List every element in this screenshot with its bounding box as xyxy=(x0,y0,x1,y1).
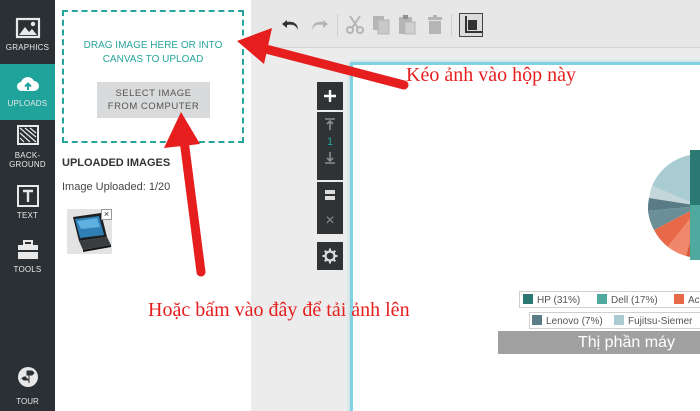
crop-button[interactable] xyxy=(459,13,483,37)
legend-item-lenovo: Lenovo (7%) xyxy=(532,315,603,327)
cut-icon xyxy=(346,15,364,34)
legend-swatch xyxy=(614,315,624,325)
select-button-label: FROM COMPUTER xyxy=(107,101,200,112)
side-nav: GRAPHICS UPLOADS BACK- GROUND TEXT TOOLS… xyxy=(0,0,55,411)
top-toolbar xyxy=(251,0,700,48)
legend-item-fujitsu: Fujitsu-Siemer xyxy=(614,315,692,327)
drop-text-line: CANVAS TO UPLOAD xyxy=(102,54,204,65)
page-controls: 1 xyxy=(317,112,343,180)
page-settings-button[interactable] xyxy=(317,242,343,270)
delete-button[interactable] xyxy=(423,13,447,37)
click-hint-annotation: Hoặc bấm vào đây để tải ảnh lên xyxy=(148,299,410,321)
nav-background[interactable]: BACK- GROUND xyxy=(0,120,55,172)
image-icon xyxy=(15,17,40,39)
drop-text-line: DRAG IMAGE HERE OR INTO xyxy=(83,40,223,51)
page-stack-icon xyxy=(325,190,335,200)
legend-label: Fujitsu-Siemer xyxy=(628,316,693,327)
legend-swatch xyxy=(674,294,684,304)
duplicate-page-button[interactable] xyxy=(317,182,343,208)
undo-button[interactable] xyxy=(279,13,303,37)
toolbar-divider xyxy=(337,14,338,36)
text-icon xyxy=(16,185,39,207)
pie-slice-hp xyxy=(690,150,700,205)
remove-thumbnail-button[interactable]: × xyxy=(101,209,112,220)
delete-page-button[interactable]: × xyxy=(317,208,343,234)
legend-item-hp: HP (31%) xyxy=(523,294,580,306)
drop-zone[interactable]: DRAG IMAGE HERE OR INTO CANVAS TO UPLOAD… xyxy=(62,10,244,143)
select-button-label: SELECT IMAGE xyxy=(115,88,192,99)
legend-swatch xyxy=(597,294,607,304)
cut-button[interactable] xyxy=(343,13,367,37)
pie-chart-right-part xyxy=(690,150,700,260)
legend-swatch xyxy=(523,294,533,304)
pie-slice-dell xyxy=(690,205,700,260)
nav-tour[interactable]: TOUR xyxy=(0,362,55,411)
add-button[interactable] xyxy=(317,82,343,110)
move-up-icon[interactable] xyxy=(324,117,336,131)
uploaded-count: Image Uploaded: 1/20 xyxy=(62,181,171,193)
paste-button[interactable] xyxy=(395,13,419,37)
nav-label: TEXT xyxy=(16,211,39,220)
crop-icon xyxy=(465,16,482,33)
legend-swatch xyxy=(532,315,542,325)
nav-label: TOUR xyxy=(16,397,39,406)
legend-label: HP (31%) xyxy=(537,295,581,306)
chart-title[interactable]: Thị phần máy xyxy=(498,331,700,354)
legend-label: Lenovo (7%) xyxy=(546,316,603,327)
trash-icon xyxy=(428,15,442,34)
plus-icon xyxy=(324,90,336,102)
gear-icon xyxy=(322,248,338,264)
nav-label: BACK- xyxy=(14,151,41,160)
nav-text[interactable]: TEXT xyxy=(0,176,55,232)
copy-button[interactable] xyxy=(369,13,393,37)
redo-icon xyxy=(312,20,328,30)
cloud-upload-icon xyxy=(16,77,39,92)
legend-label: Ac xyxy=(688,295,700,306)
select-image-button[interactable]: SELECT IMAGE FROM COMPUTER xyxy=(97,82,210,118)
legend-item-dell: Dell (17%) xyxy=(597,294,658,306)
nav-label: GROUND xyxy=(9,160,46,169)
move-down-icon[interactable] xyxy=(324,151,336,165)
legend-item-acer: Ac xyxy=(674,294,700,306)
legend-label: Dell (17%) xyxy=(611,295,658,306)
drag-hint-annotation: Kéo ảnh vào hộp này xyxy=(406,64,576,86)
toolbox-icon xyxy=(17,240,38,259)
drop-instructions: DRAG IMAGE HERE OR INTO CANVAS TO UPLOAD xyxy=(64,39,242,67)
nav-graphics[interactable]: GRAPHICS xyxy=(0,8,55,64)
paste-icon xyxy=(399,15,416,35)
pie-chart[interactable] xyxy=(600,140,700,280)
copy-icon xyxy=(373,16,390,35)
redo-button[interactable] xyxy=(307,13,331,37)
nav-label: GRAPHICS xyxy=(5,43,50,52)
page-number: 1 xyxy=(326,136,334,148)
nav-tools[interactable]: TOOLS xyxy=(0,230,55,286)
nav-label: UPLOADS xyxy=(7,99,48,108)
undo-icon xyxy=(282,20,298,30)
signpost-icon xyxy=(17,367,38,387)
toolbar-divider xyxy=(451,14,452,36)
uploaded-images-heading: UPLOADED IMAGES xyxy=(62,157,171,169)
nav-uploads[interactable]: UPLOADS xyxy=(0,64,55,120)
background-icon xyxy=(16,125,39,145)
app-window: GRAPHICS UPLOADS BACK- GROUND TEXT TOOLS… xyxy=(0,0,700,411)
nav-label: TOOLS xyxy=(13,265,42,274)
upload-panel: DRAG IMAGE HERE OR INTO CANVAS TO UPLOAD… xyxy=(55,0,251,411)
